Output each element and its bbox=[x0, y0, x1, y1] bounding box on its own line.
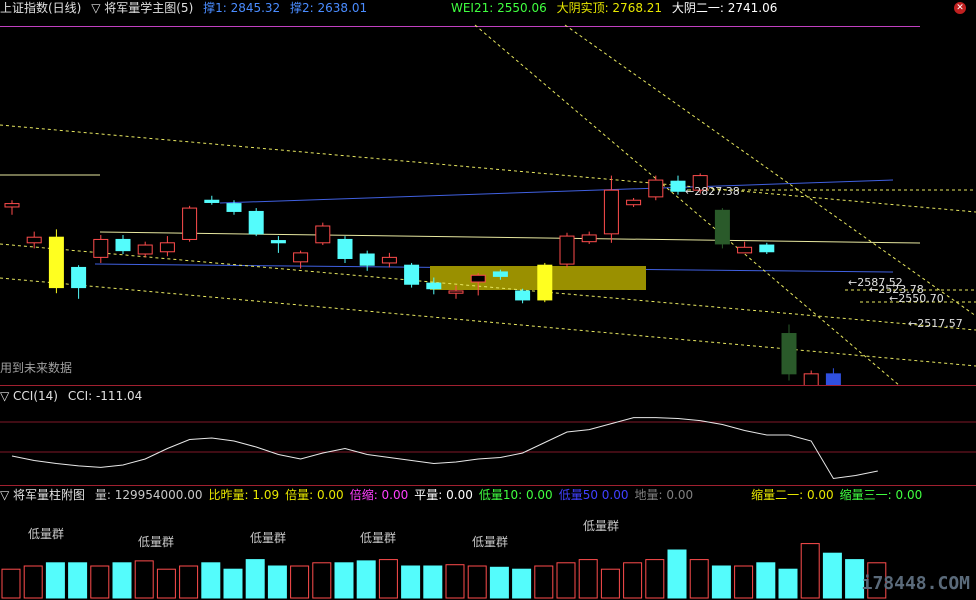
volume-bar bbox=[90, 565, 110, 599]
volume-bar bbox=[356, 560, 376, 599]
volume-bar bbox=[223, 568, 243, 599]
candle-body bbox=[648, 179, 664, 198]
candle-body bbox=[537, 264, 553, 301]
candle-body bbox=[4, 203, 20, 208]
channel-upper-line bbox=[219, 179, 894, 204]
price-label: ←2827.38 bbox=[685, 185, 740, 198]
price-label: ←2550.70 bbox=[889, 292, 944, 305]
volume-bar bbox=[156, 568, 176, 599]
price-label: ←2517.57 bbox=[908, 317, 963, 330]
candle-body bbox=[248, 210, 264, 235]
candle-body bbox=[492, 271, 508, 277]
candle-body bbox=[714, 209, 730, 245]
candle-body bbox=[226, 203, 242, 212]
candle-body bbox=[737, 246, 753, 254]
volume-bar bbox=[711, 565, 731, 599]
volume-bar bbox=[401, 565, 421, 599]
volume-chart[interactable]: 低量群低量群 低量群 低量群 低量群低量群 bbox=[0, 486, 976, 600]
volume-bar bbox=[112, 562, 132, 599]
candle-body bbox=[315, 225, 331, 244]
volume-group-label: 低量群 bbox=[583, 519, 619, 533]
candle-body bbox=[26, 236, 42, 244]
volume-bar bbox=[667, 549, 687, 599]
volume-bar bbox=[245, 559, 265, 599]
candle-body bbox=[404, 264, 420, 285]
watermark: i78448.COM bbox=[861, 573, 970, 594]
volume-bar bbox=[1, 568, 21, 599]
volume-group-label: 低量群 bbox=[28, 527, 64, 541]
volume-bar bbox=[423, 565, 443, 599]
candle-body bbox=[93, 238, 109, 258]
volume-bar bbox=[623, 562, 643, 599]
volume-bar bbox=[134, 560, 154, 599]
volume-bar bbox=[822, 552, 842, 599]
volume-bar bbox=[489, 566, 509, 599]
volume-bar bbox=[756, 562, 776, 599]
candle-body bbox=[137, 244, 153, 255]
candle-body bbox=[71, 266, 87, 289]
volume-bar bbox=[467, 565, 487, 599]
candle-body bbox=[293, 252, 309, 263]
volume-bar bbox=[201, 562, 221, 599]
volume-group-label: 低量群 bbox=[250, 531, 286, 545]
trend-dashed-line bbox=[0, 124, 976, 213]
volume-group-label: 低量群 bbox=[472, 535, 508, 549]
volume-group-label: 低量群 bbox=[138, 535, 174, 549]
volume-bar bbox=[800, 543, 820, 599]
volume-bar bbox=[290, 565, 310, 599]
future-data-note: 用到未来数据 bbox=[0, 361, 73, 375]
trend-dashed-line bbox=[474, 24, 901, 386]
candle-body bbox=[515, 290, 531, 301]
volume-bar bbox=[334, 562, 354, 599]
volume-bar bbox=[512, 568, 532, 599]
volume-bar bbox=[45, 562, 65, 599]
volume-bar bbox=[68, 562, 88, 599]
candle-body bbox=[115, 238, 131, 252]
trend-dashed-line bbox=[0, 277, 976, 367]
candle-body bbox=[759, 244, 775, 253]
candle-body bbox=[626, 199, 642, 206]
candle-body bbox=[448, 290, 464, 294]
volume-bar bbox=[734, 565, 754, 599]
volume-bar bbox=[534, 565, 554, 599]
candle-body bbox=[603, 189, 619, 235]
candle-body bbox=[426, 282, 442, 290]
candle-body bbox=[581, 234, 597, 243]
volume-bar bbox=[267, 565, 287, 599]
candle-body bbox=[204, 199, 220, 203]
candle-body bbox=[359, 253, 375, 266]
candle-body bbox=[159, 242, 175, 253]
volume-bar bbox=[23, 565, 43, 599]
candle-body bbox=[381, 256, 397, 264]
candle-body bbox=[337, 238, 353, 259]
volume-group-label: 低量群 bbox=[360, 531, 396, 545]
volume-bar bbox=[312, 562, 332, 599]
volume-bar bbox=[600, 568, 620, 599]
candle-body bbox=[670, 180, 686, 192]
volume-bar bbox=[778, 568, 798, 599]
volume-bar bbox=[689, 559, 709, 599]
volume-bar bbox=[578, 559, 598, 599]
volume-bar bbox=[179, 565, 199, 599]
cci-chart[interactable] bbox=[0, 386, 976, 486]
volume-bar bbox=[378, 559, 398, 599]
candle-body bbox=[559, 235, 575, 265]
candle-body bbox=[781, 333, 797, 375]
candle-body bbox=[470, 274, 486, 283]
wei-line bbox=[99, 231, 921, 244]
volume-bar bbox=[645, 559, 665, 599]
volume-bar bbox=[556, 562, 576, 599]
volume-bar bbox=[445, 564, 465, 599]
candle-body bbox=[270, 240, 286, 244]
candle-body bbox=[48, 236, 64, 289]
main-chart[interactable]: ←2827.38←2587.52←2523.78←2550.70←2517.57 bbox=[0, 0, 976, 386]
cci-line bbox=[11, 417, 878, 480]
candle-body bbox=[182, 207, 198, 240]
